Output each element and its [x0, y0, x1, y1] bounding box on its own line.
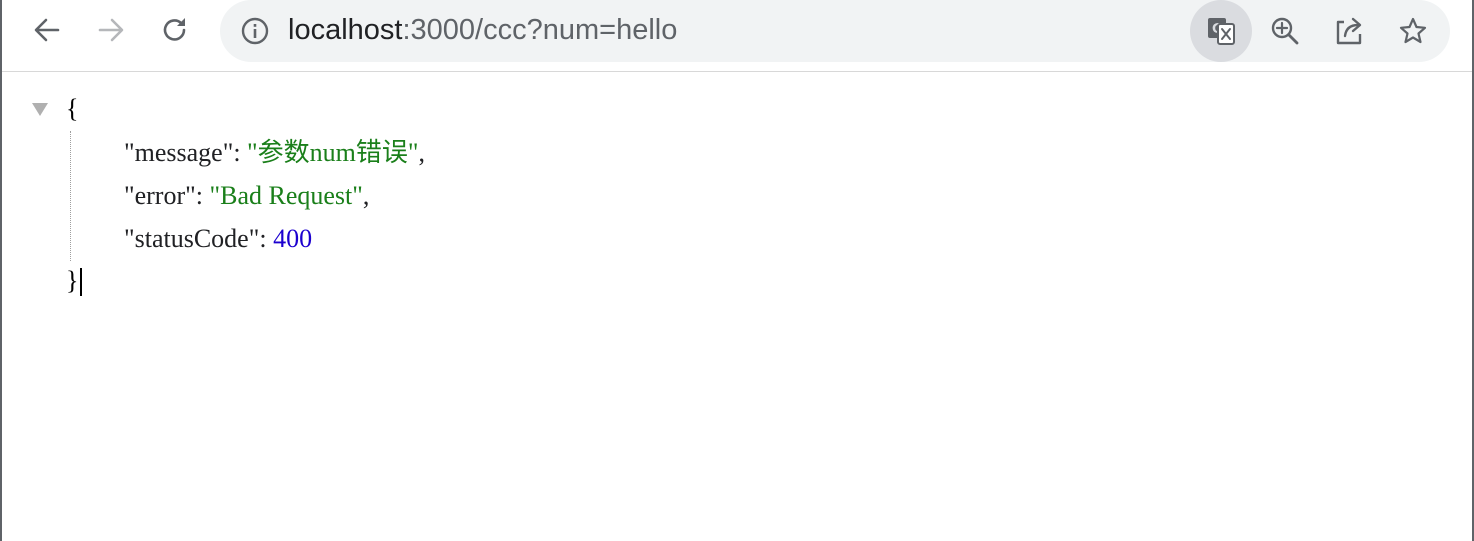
star-icon [1399, 17, 1427, 44]
reload-button[interactable] [155, 10, 195, 50]
browser-window: localhost:3000/ccc?num=hello G [0, 0, 1474, 541]
browser-toolbar: localhost:3000/ccc?num=hello G [2, 0, 1472, 72]
json-separator: : [195, 181, 210, 210]
translate-icon: G [1208, 18, 1235, 45]
url-host: localhost [288, 14, 403, 46]
indent-guide [70, 131, 71, 261]
url-text[interactable]: localhost:3000/ccc?num=hello [288, 12, 677, 48]
json-key: "statusCode" [124, 224, 260, 253]
arrow-right-icon [98, 18, 124, 42]
json-string-value: "Bad Request" [209, 181, 363, 210]
forward-button[interactable] [91, 10, 131, 50]
zoom-in-icon [1271, 17, 1299, 45]
back-button[interactable] [27, 10, 67, 50]
json-comma: , [362, 181, 370, 210]
share-icon [1336, 17, 1362, 45]
json-field-message: "message": "参数num错误", [124, 135, 425, 171]
json-key: "message" [124, 138, 234, 167]
json-number-value: 400 [273, 224, 313, 253]
json-separator: : [233, 138, 248, 167]
json-separator: : [259, 224, 274, 253]
translate-button[interactable]: G [1190, 0, 1252, 62]
json-string-value: "参数num错误" [247, 138, 419, 167]
text-caret [80, 268, 82, 296]
json-open-brace: { [66, 94, 79, 123]
zoom-button[interactable] [1254, 0, 1316, 62]
json-viewer: { "message": "参数num错误", "error": "Bad Re… [2, 73, 1472, 541]
address-bar[interactable]: localhost:3000/ccc?num=hello G [220, 0, 1450, 62]
arrow-left-icon [34, 18, 60, 42]
info-icon[interactable] [240, 16, 270, 46]
json-key: "error" [124, 181, 196, 210]
url-path: :3000/ccc?num=hello [402, 14, 678, 46]
bookmark-button[interactable] [1382, 0, 1444, 62]
reload-icon [163, 18, 186, 41]
share-button[interactable] [1318, 0, 1380, 62]
collapse-toggle-icon[interactable] [32, 103, 48, 116]
json-close-brace: } [66, 266, 79, 295]
json-comma: , [418, 138, 426, 167]
json-field-status-code: "statusCode": 400 [124, 221, 312, 257]
json-field-error: "error": "Bad Request", [124, 178, 369, 214]
